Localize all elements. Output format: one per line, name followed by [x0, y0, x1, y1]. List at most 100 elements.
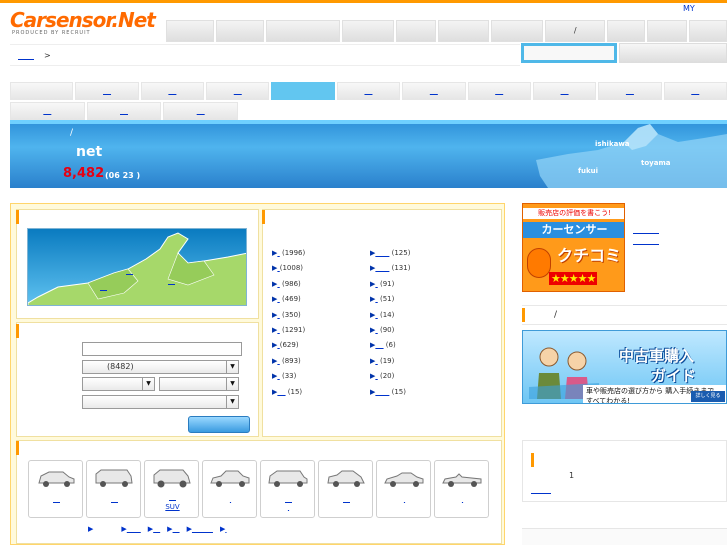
- list-item[interactable]: ▶ (51): [370, 295, 410, 310]
- area-tab[interactable]: [598, 82, 662, 100]
- global-nav-item[interactable]: [265, 20, 340, 42]
- ad-guide-detail-button[interactable]: 詳しく見る: [691, 391, 725, 402]
- list-item[interactable]: ▶ (15): [272, 388, 305, 403]
- keyword-input[interactable]: [82, 342, 242, 356]
- list-item[interactable]: ▶ (6): [370, 341, 410, 356]
- pref-ishikawa[interactable]: ishikawa: [595, 140, 630, 148]
- area-tabs-row2: [10, 102, 239, 120]
- global-nav-item[interactable]: [437, 20, 490, 42]
- car-icon: [384, 472, 424, 487]
- area-tab[interactable]: [532, 82, 597, 100]
- breadcrumb-home-link[interactable]: [18, 51, 34, 60]
- bodytype-list: SUV: [28, 460, 490, 522]
- bodytype-suv-label[interactable]: SUV: [145, 503, 200, 511]
- rating-stars-icon: ★★★★★: [549, 272, 598, 285]
- list-item[interactable]: ▶ (20): [370, 372, 410, 387]
- area-tab[interactable]: [10, 102, 85, 120]
- list-item[interactable]: ▶ (14): [370, 311, 410, 326]
- count-select[interactable]: (8482) ▼: [82, 360, 239, 374]
- ad-kuchikomi-title: クチコミ: [557, 246, 622, 265]
- bodytype-hatchback[interactable]: [318, 460, 373, 518]
- bodytype-compact[interactable]: [28, 460, 83, 518]
- purchase-guide-ad[interactable]: 中古車購入 ガイド 車や販売店の選び方から 購入手続きまで、すべてわかる! 詳し…: [522, 330, 727, 404]
- carsensor-logo[interactable]: Carsensor.Net PRODUCED BY RECRUIT: [10, 8, 158, 38]
- list-item[interactable]: ▶ (33): [272, 372, 305, 387]
- area-tab[interactable]: [86, 102, 162, 120]
- price-max-select[interactable]: ▼: [159, 377, 239, 391]
- list-item[interactable]: ▶ (1291): [272, 326, 305, 341]
- list-item[interactable]: ▶ (91): [370, 280, 410, 295]
- list-item[interactable]: ▶ (19): [370, 357, 410, 372]
- map-link-fukui[interactable]: [100, 283, 107, 291]
- search-tab-active[interactable]: [521, 43, 617, 63]
- area-tab[interactable]: [467, 82, 531, 100]
- map-heading-bar: [16, 210, 19, 224]
- global-nav-item[interactable]: [689, 20, 727, 42]
- bodytype-suv[interactable]: SUV: [144, 460, 199, 518]
- year-select[interactable]: ▼: [82, 395, 239, 409]
- area-tab[interactable]: [163, 102, 239, 120]
- guide-heading: /: [522, 305, 727, 325]
- area-tab[interactable]: [402, 82, 466, 100]
- search-button[interactable]: [188, 416, 250, 433]
- bodytype-wagon[interactable]: [260, 460, 315, 518]
- global-nav-item[interactable]: /: [545, 20, 606, 42]
- list-item[interactable]: ▶ (125): [370, 249, 410, 264]
- list-item[interactable]: ▶ (629): [272, 341, 305, 356]
- list-item[interactable]: ▶ (469): [272, 295, 305, 310]
- bodytype-sedan[interactable]: [202, 460, 257, 518]
- area-tab[interactable]: [206, 82, 270, 100]
- global-nav-item[interactable]: [215, 20, 264, 42]
- ad-guide-title1: 中古車購入: [619, 347, 695, 365]
- list-item[interactable]: ▶ (350): [272, 311, 305, 326]
- pref-fukui[interactable]: fukui: [578, 167, 598, 175]
- global-nav-item[interactable]: [607, 20, 646, 42]
- pref-toyama[interactable]: toyama: [641, 159, 670, 167]
- kuchikomi-link-2[interactable]: [633, 244, 659, 245]
- map-link-ishikawa[interactable]: [126, 267, 133, 275]
- global-nav-item[interactable]: [491, 20, 544, 42]
- hokuriku-map[interactable]: [27, 228, 247, 306]
- logo-text: Carsensor.Net: [10, 8, 156, 32]
- bodytype-minivan[interactable]: [86, 460, 141, 518]
- mascot-icon: [527, 248, 551, 278]
- ranking-link[interactable]: [531, 493, 551, 494]
- list-item[interactable]: ▶ (893): [272, 357, 305, 372]
- global-nav-item[interactable]: [395, 20, 436, 42]
- area-tab[interactable]: [140, 82, 205, 100]
- breadcrumb-separator: >: [44, 51, 51, 60]
- list-item[interactable]: ▶ (131): [370, 264, 410, 279]
- map-link-toyama[interactable]: [168, 277, 175, 285]
- area-tab[interactable]: [75, 82, 139, 100]
- global-nav-item[interactable]: [647, 20, 688, 42]
- list-item[interactable]: ▶ (1996): [272, 249, 305, 264]
- area-tab[interactable]: [336, 82, 401, 100]
- list-item[interactable]: ▶ (15): [370, 388, 410, 403]
- price-min-select[interactable]: ▼: [82, 377, 155, 391]
- car-icon: [153, 469, 191, 488]
- banner-title: net: [76, 144, 103, 160]
- list-item[interactable]: ▶ (90): [370, 326, 410, 341]
- area-list-left: ▶ (1996) ▶ (1008) ▶ (986) ▶ (469) ▶ (350…: [272, 249, 305, 403]
- list-item[interactable]: ▶ (1008): [272, 264, 305, 279]
- search-tab[interactable]: [619, 43, 727, 63]
- area-tab[interactable]: [663, 82, 727, 100]
- kuchikomi-link[interactable]: [633, 233, 659, 234]
- bodytype-coupe[interactable]: [376, 460, 431, 518]
- area-tab[interactable]: [10, 82, 74, 100]
- list-item[interactable]: ▶ (986): [272, 280, 305, 295]
- kuchikomi-ad[interactable]: 販売店の評価を書こう! カーセンサー クチコミ ★★★★★: [522, 203, 625, 292]
- count-select-value: (8482): [107, 362, 134, 371]
- list-item[interactable]: ▶ ▶ ▶ ▶ ▶ ▶: [88, 525, 227, 533]
- banner-slash: /: [70, 128, 74, 138]
- car-icon: [442, 473, 482, 487]
- my-link[interactable]: MY: [683, 4, 695, 13]
- global-nav-item[interactable]: [341, 20, 394, 42]
- area-tab-active[interactable]: [271, 82, 335, 100]
- global-nav-item[interactable]: [166, 20, 214, 42]
- car-icon: [38, 471, 75, 487]
- chevron-down-icon: ▼: [142, 378, 154, 390]
- bodytype-open[interactable]: [434, 460, 489, 518]
- guide-heading-slash: /: [554, 310, 558, 320]
- ranking-heading-bar: [531, 453, 534, 467]
